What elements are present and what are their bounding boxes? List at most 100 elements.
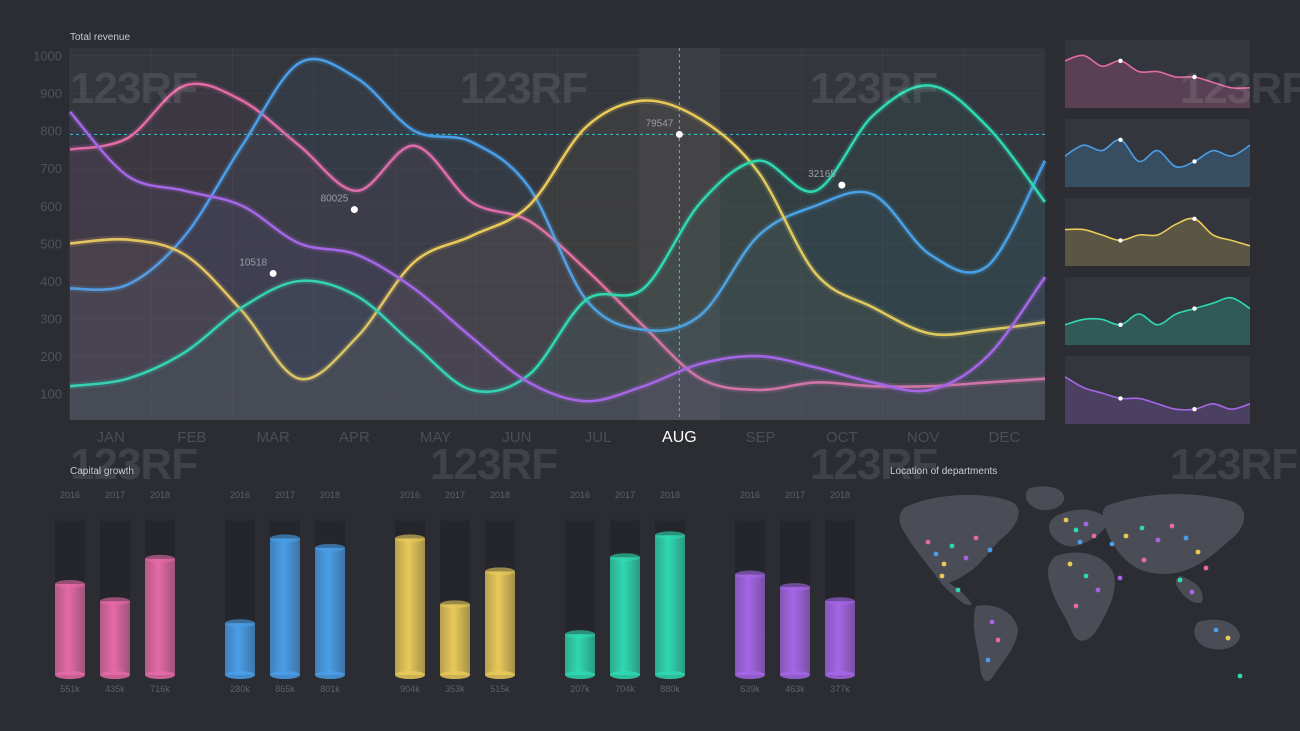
bar-base <box>395 671 425 679</box>
department-marker <box>1117 575 1123 581</box>
bar <box>825 601 855 675</box>
bar <box>735 574 765 675</box>
x-tick-label: APR <box>339 429 370 446</box>
department-marker <box>1169 523 1175 529</box>
bar-track-cap <box>610 514 640 522</box>
bar-base <box>735 671 765 679</box>
bar-year-label: 2016 <box>230 490 250 500</box>
bar-base <box>610 671 640 679</box>
mini-chart-1 <box>1064 119 1251 187</box>
x-tick-label: MAR <box>256 429 290 446</box>
bar-year-label: 2017 <box>105 490 125 500</box>
bar <box>780 587 810 675</box>
bar-base <box>655 671 685 679</box>
y-tick-label: 300 <box>40 312 62 327</box>
data-point-label: 32165 <box>808 169 836 180</box>
bar-base <box>440 671 470 679</box>
bar-value-label: 801k <box>320 684 340 694</box>
bar-track-cap <box>145 514 175 522</box>
bar-year-label: 2017 <box>275 490 295 500</box>
department-marker <box>1073 527 1079 533</box>
bar-base <box>145 671 175 679</box>
x-tick-label: SEP <box>746 429 776 446</box>
mini-chart-2 <box>1064 198 1251 266</box>
bar-cap <box>780 583 810 592</box>
asia <box>1102 494 1245 574</box>
department-marker <box>995 637 1001 643</box>
bar-track-cap <box>735 514 765 522</box>
bar-track-cap <box>565 514 595 522</box>
bar-base <box>100 671 130 679</box>
department-marker <box>1189 589 1195 595</box>
bar-value-label: 904k <box>400 684 420 694</box>
department-marker <box>985 657 991 663</box>
y-tick-label: 600 <box>40 199 62 214</box>
department-marker <box>1083 573 1089 579</box>
africa <box>1048 552 1115 641</box>
watermark: 123RF <box>810 64 938 113</box>
watermark: 123RF <box>1180 64 1300 113</box>
bar-cap <box>270 534 300 543</box>
bar-cap <box>610 553 640 562</box>
watermark: 123RF <box>1170 440 1298 489</box>
mini-data-point <box>1118 322 1123 327</box>
bar <box>440 604 470 675</box>
bar-track-cap <box>270 514 300 522</box>
bar-year-label: 2018 <box>830 490 850 500</box>
data-point <box>269 269 277 277</box>
y-tick-label: 800 <box>40 124 62 139</box>
mini-data-point <box>1118 396 1123 401</box>
bar <box>485 571 515 675</box>
department-marker <box>1063 517 1069 523</box>
y-tick-label: 700 <box>40 161 62 176</box>
department-marker <box>1123 533 1129 539</box>
department-marker <box>1183 535 1189 541</box>
bar-base <box>780 671 810 679</box>
mini-data-point <box>1118 137 1123 142</box>
bar-track-cap <box>825 514 855 522</box>
bar <box>100 601 130 675</box>
bar-year-label: 2016 <box>740 490 760 500</box>
bar-value-label: 435k <box>105 684 125 694</box>
department-marker <box>925 539 931 545</box>
bar-cap <box>440 600 470 609</box>
data-point <box>838 181 846 189</box>
bar-cap <box>100 597 130 606</box>
mini-data-point <box>1192 216 1197 221</box>
world-map <box>899 486 1245 682</box>
bar <box>565 634 595 675</box>
data-point-label: 79547 <box>646 118 674 129</box>
bar-value-label: 207k <box>570 684 590 694</box>
department-marker <box>939 573 945 579</box>
mini-data-point <box>1118 58 1123 63</box>
bar-year-label: 2018 <box>490 490 510 500</box>
bar-value-label: 353k <box>445 684 465 694</box>
bar-base <box>55 671 85 679</box>
x-tick-label: AUG <box>662 429 697 446</box>
bar-base <box>565 671 595 679</box>
bar-cap <box>55 579 85 588</box>
greenland <box>1025 486 1065 511</box>
department-marker <box>1203 565 1209 571</box>
bar-track-cap <box>55 514 85 522</box>
bar <box>395 538 425 675</box>
mini-data-point <box>1192 407 1197 412</box>
bar-value-label: 716k <box>150 684 170 694</box>
watermark: 123RF <box>430 440 558 489</box>
watermark: 123RF <box>70 440 198 489</box>
bar-cap <box>225 619 255 628</box>
bar-year-label: 2018 <box>660 490 680 500</box>
watermark: 123RF <box>810 440 938 489</box>
department-marker <box>1195 549 1201 555</box>
bar-cap <box>395 534 425 543</box>
bar-track-cap <box>780 514 810 522</box>
bar-year-label: 2018 <box>150 490 170 500</box>
y-tick-label: 200 <box>40 349 62 364</box>
bar-base <box>225 671 255 679</box>
mini-data-point <box>1192 159 1197 164</box>
bar-base <box>315 671 345 679</box>
bar-value-label: 704k <box>615 684 635 694</box>
bar-value-label: 515k <box>490 684 510 694</box>
department-marker <box>1237 673 1243 679</box>
department-marker <box>1139 525 1145 531</box>
